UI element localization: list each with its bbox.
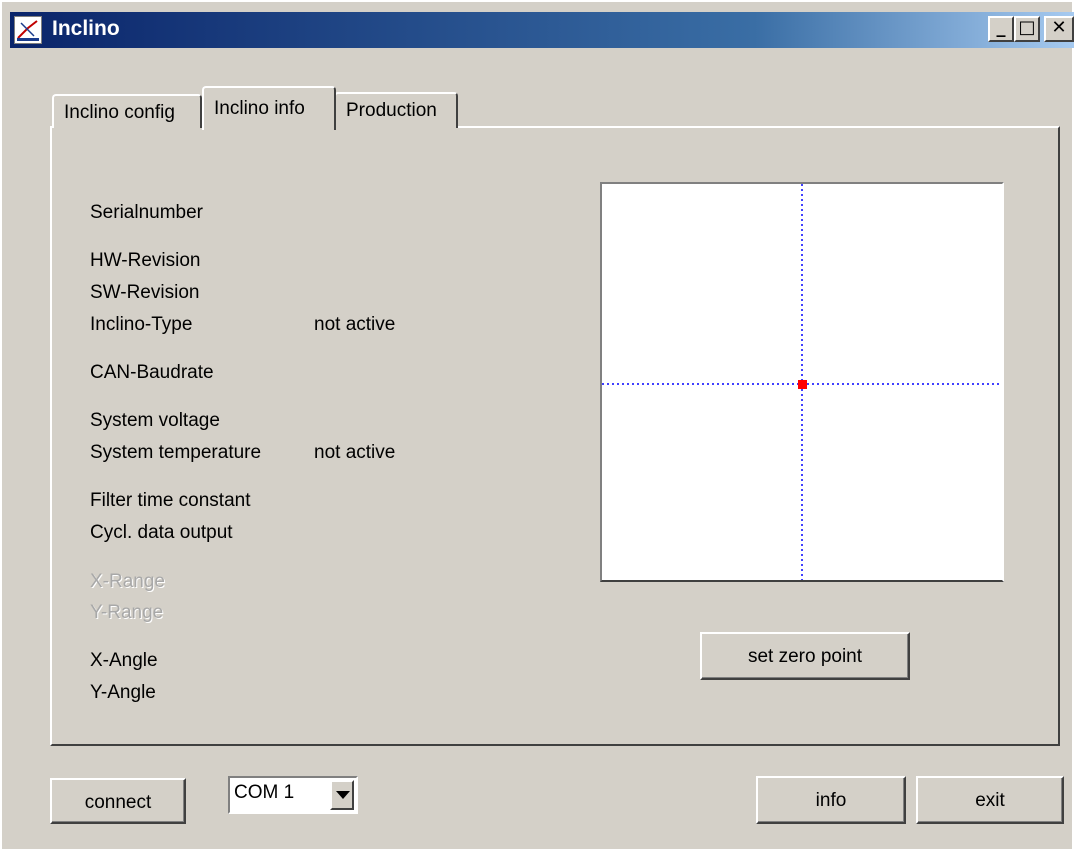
exit-button[interactable]: exit	[916, 776, 1064, 824]
label-hw-revision: HW-Revision	[90, 250, 201, 271]
minimize-icon: _	[996, 17, 1006, 38]
tab-production[interactable]: Production	[334, 92, 458, 128]
chevron-down-icon	[336, 791, 350, 799]
close-button[interactable]: ✕	[1044, 16, 1074, 42]
info-button[interactable]: info	[756, 776, 906, 824]
label-inclino-type: Inclino-Type	[90, 314, 193, 335]
connect-label: connect	[84, 792, 152, 813]
value-system-temperature: not active	[314, 442, 396, 463]
label-y-range: Y-Range	[90, 602, 164, 623]
tab-label: Inclino info	[214, 98, 305, 119]
label-serialnumber: Serialnumber	[90, 202, 203, 223]
minimize-button[interactable]: _	[988, 16, 1014, 42]
label-x-range: X-Range	[90, 571, 165, 592]
exit-label: exit	[975, 790, 1005, 811]
label-x-angle: X-Angle	[90, 650, 158, 671]
tab-label: Production	[346, 100, 437, 121]
label-system-temperature: System temperature	[90, 442, 262, 463]
label-filter-time-constant: Filter time constant	[90, 490, 251, 511]
port-select-value: COM 1	[234, 782, 295, 803]
app-window: Inclino _ □ ✕ Inclino config Production …	[0, 0, 1074, 849]
set-zero-point-button[interactable]: set zero point	[700, 632, 910, 680]
tab-label: Inclino config	[64, 102, 175, 123]
window-title: Inclino	[52, 17, 120, 40]
maximize-icon: □	[1018, 17, 1036, 38]
angle-marker	[798, 380, 807, 389]
close-icon: ✕	[1051, 17, 1067, 38]
connect-button[interactable]: connect	[50, 778, 186, 824]
port-select-dropdown-button[interactable]	[330, 780, 354, 810]
maximize-button[interactable]: □	[1014, 16, 1040, 42]
label-sw-revision: SW-Revision	[90, 282, 200, 303]
title-bar[interactable]: Inclino _ □ ✕	[10, 12, 1074, 48]
label-system-voltage: System voltage	[90, 410, 220, 431]
inclination-plot	[600, 182, 1004, 582]
port-select[interactable]: COM 1	[228, 776, 358, 814]
value-inclino-type: not active	[314, 314, 396, 335]
label-can-baudrate: CAN-Baudrate	[90, 362, 214, 383]
label-y-angle: Y-Angle	[90, 682, 156, 703]
label-cycl-data-output: Cycl. data output	[90, 522, 233, 543]
tab-inclino-info[interactable]: Inclino info	[202, 86, 336, 130]
info-label: info	[815, 790, 847, 811]
app-logo-icon	[14, 16, 42, 44]
tab-inclino-config[interactable]: Inclino config	[52, 94, 202, 128]
set-zero-point-label: set zero point	[747, 646, 863, 667]
